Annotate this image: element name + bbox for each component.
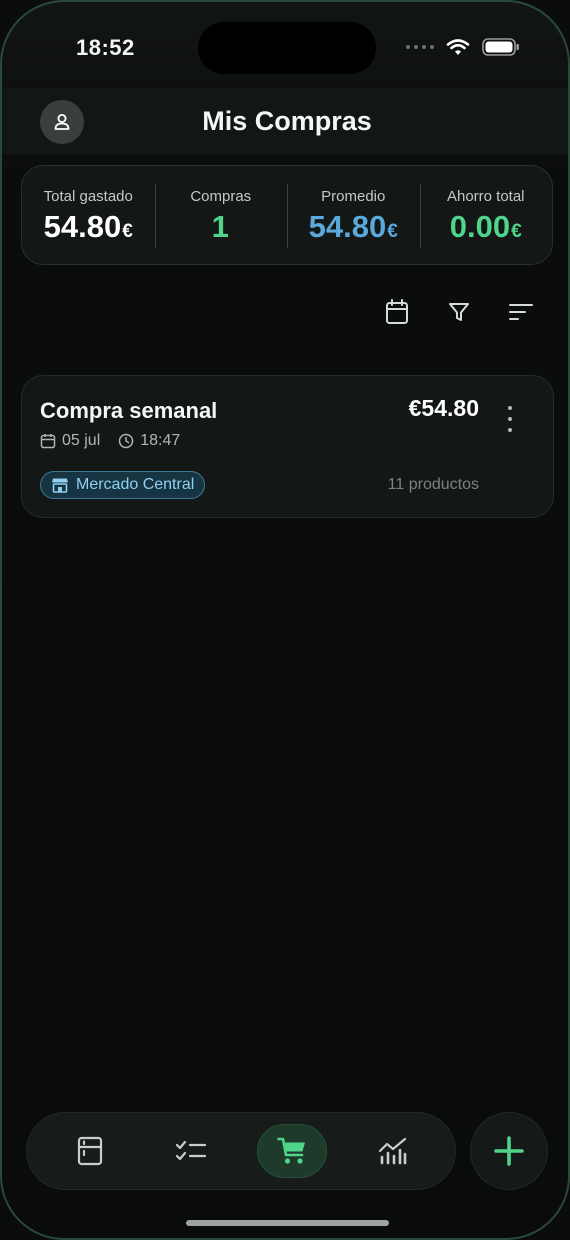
bottom-nav: [26, 1112, 456, 1190]
purchase-date: 05 jul: [62, 432, 101, 449]
plus-icon: [494, 1136, 524, 1166]
stat-value: 0.00€: [449, 209, 522, 244]
nav-purchases[interactable]: [256, 1124, 327, 1178]
battery-icon: [482, 38, 519, 56]
filter-button[interactable]: [446, 298, 472, 326]
dynamic-island: [198, 22, 376, 74]
purchase-time: 18:47: [140, 432, 181, 449]
purchase-title: Compra semanal: [40, 398, 218, 423]
signal-icon: [406, 45, 434, 49]
stat-average: Promedio 54.80€: [287, 166, 420, 264]
stats-icon: [378, 1137, 406, 1165]
product-count: 11 productos: [387, 476, 479, 493]
page-title: Mis Compras: [202, 106, 372, 136]
store-name: Mercado Central: [76, 476, 195, 493]
wifi-icon: [446, 39, 470, 55]
list-toolbar: [384, 298, 534, 326]
stats-summary: Total gastado 54.80€ Compras 1 Promedio …: [21, 165, 553, 265]
store-icon: [52, 478, 68, 493]
stat-label: Ahorro total: [446, 188, 525, 205]
stat-value: 54.80€: [308, 209, 398, 244]
status-time: 18:52: [76, 35, 135, 60]
purchase-meta: 05 jul 18:47: [40, 432, 180, 450]
calendar-small-icon: [40, 434, 56, 449]
purchase-amount: €54.80: [408, 395, 479, 421]
stat-value: 54.80€: [43, 209, 133, 244]
date-filter-button[interactable]: [384, 298, 410, 326]
purchase-card[interactable]: Compra semanal €54.80 05 jul 18:47 Merca…: [21, 375, 554, 518]
stat-total-savings: Ahorro total 0.00€: [419, 166, 553, 264]
status-icons: [406, 38, 520, 56]
checklist-icon: [175, 1140, 206, 1161]
add-purchase-button[interactable]: [470, 1112, 548, 1190]
clock-icon: [119, 433, 134, 449]
nav-stats[interactable]: [358, 1124, 428, 1178]
stat-purchases: Compras 1: [154, 166, 288, 264]
nav-lists[interactable]: [156, 1124, 226, 1178]
stat-label: Promedio: [321, 188, 386, 205]
more-options-icon[interactable]: [500, 406, 520, 432]
cart-icon: [276, 1137, 305, 1164]
calendar-icon: [386, 299, 408, 324]
stat-value: 1: [211, 209, 229, 244]
stat-label: Compras: [190, 188, 252, 205]
stat-label: Total gastado: [43, 188, 133, 205]
nav-pantry[interactable]: [55, 1124, 125, 1178]
pantry-icon: [77, 1136, 102, 1166]
sort-button[interactable]: [508, 298, 534, 326]
home-indicator: [186, 1220, 389, 1226]
stat-total-spent: Total gastado 54.80€: [22, 166, 155, 264]
filter-icon: [449, 303, 469, 321]
store-badge: Mercado Central: [40, 471, 206, 499]
sort-icon: [509, 304, 533, 320]
phone-frame: 18:52 Mis Compras Total gastado 54.80€ C…: [0, 0, 570, 1240]
